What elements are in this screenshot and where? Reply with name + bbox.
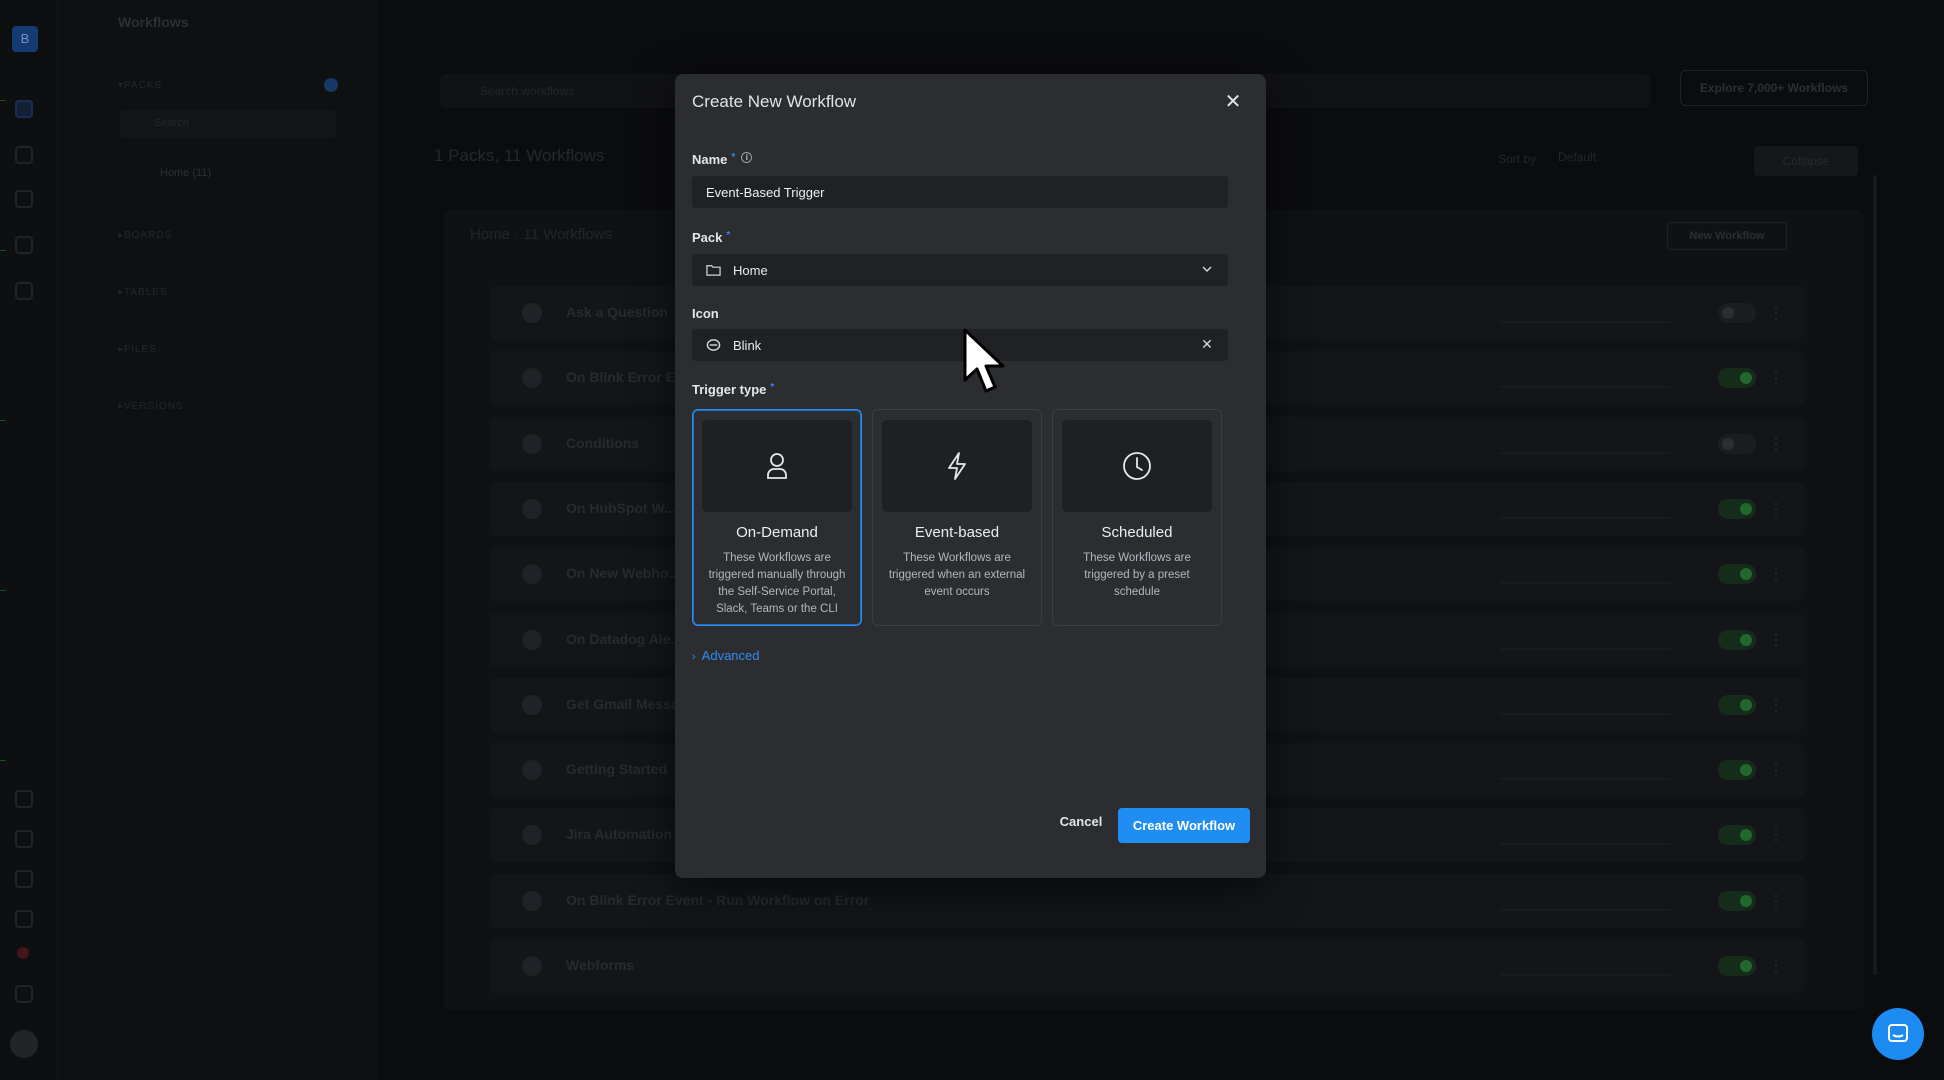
name-input[interactable] [692, 176, 1228, 208]
lightning-icon [948, 452, 966, 480]
trigger-option-scheduled[interactable]: Scheduled These Workflows are triggered … [1052, 409, 1222, 626]
pack-label-text: Pack [692, 230, 723, 245]
close-icon[interactable]: ✕ [1221, 90, 1245, 114]
pack-value: Home [733, 263, 768, 278]
advanced-label: Advanced [701, 648, 760, 663]
chevron-down-icon [1202, 266, 1212, 273]
name-label: Name * i [692, 152, 753, 167]
required-marker: * [726, 230, 731, 241]
chat-icon [1888, 1024, 1908, 1042]
trigger-tile [882, 420, 1032, 512]
trigger-type-label-text: Trigger type [692, 382, 767, 397]
folder-icon [706, 265, 721, 276]
clear-icon[interactable]: ✕ [1200, 337, 1214, 351]
required-marker: * [731, 152, 736, 163]
dialog-title: Create New Workflow [692, 92, 857, 111]
name-label-text: Name [692, 152, 728, 167]
trigger-description: These Workflows are triggered manually t… [708, 552, 846, 615]
trigger-title: Event-based [914, 524, 1000, 541]
trigger-title: On-Demand [736, 524, 818, 541]
pack-select[interactable]: Home [692, 254, 1228, 286]
trigger-type-label: Trigger type * [692, 382, 774, 397]
cancel-button[interactable]: Cancel [1049, 808, 1113, 836]
trigger-tile [702, 420, 852, 512]
pack-label: Pack * [692, 230, 730, 245]
icon-value: Blink [733, 338, 762, 353]
required-marker: * [770, 382, 775, 393]
trigger-option-event-based[interactable]: Event-based These Workflows are triggere… [872, 409, 1042, 626]
create-workflow-button[interactable]: Create Workflow [1118, 808, 1250, 843]
advanced-toggle[interactable]: › Advanced [692, 648, 760, 663]
chevron-right-icon: › [692, 651, 696, 663]
trigger-description: These Workflows are triggered when an ex… [888, 552, 1026, 598]
trigger-description: These Workflows are triggered by a prese… [1083, 552, 1191, 598]
trigger-option-on-demand[interactable]: On-Demand These Workflows are triggered … [692, 409, 862, 626]
clock-icon [1123, 452, 1151, 480]
name-field[interactable] [692, 176, 1228, 208]
mouse-pointer-icon [963, 328, 1005, 393]
app-window: B Workflows ▾ PACKS Search Home (11) ▸ B… [0, 0, 1944, 1080]
trigger-title: Scheduled [1101, 524, 1173, 541]
icon-select[interactable]: Blink ✕ [692, 329, 1228, 361]
person-icon [767, 453, 787, 479]
info-icon[interactable]: i [741, 152, 753, 163]
trigger-tile [1062, 420, 1212, 512]
create-workflow-dialog: Create New Workflow ✕ Name*i Pack* Home … [675, 74, 1266, 878]
chat-launcher-button[interactable] [1872, 1008, 1924, 1060]
blink-logo-icon [706, 339, 721, 351]
icon-label: Icon [692, 306, 719, 321]
